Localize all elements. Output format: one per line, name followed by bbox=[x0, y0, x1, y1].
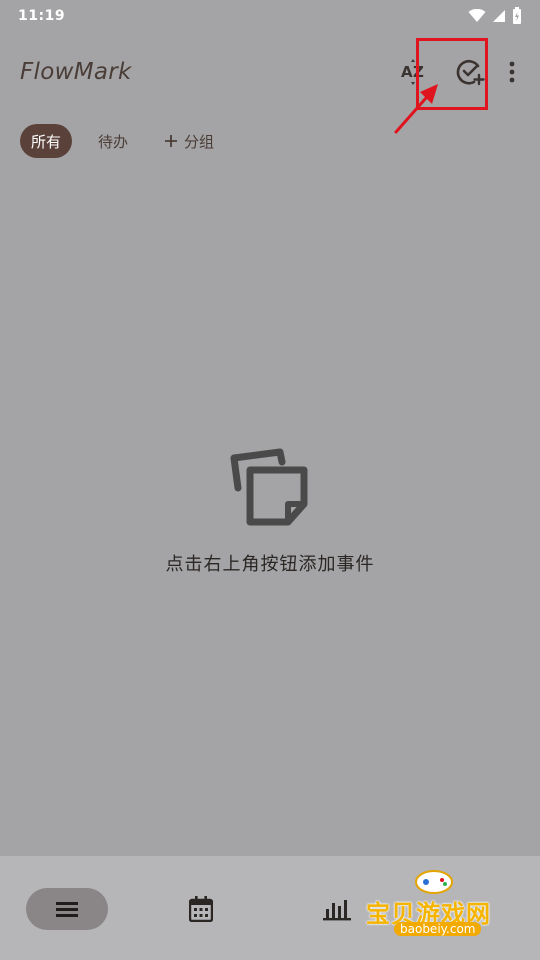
more-button[interactable] bbox=[498, 44, 526, 100]
tab-all[interactable]: 所有 bbox=[20, 124, 73, 158]
watermark-url: baobeiy.com bbox=[394, 922, 482, 936]
empty-state-message: 点击右上角按钮添加事件 bbox=[165, 554, 375, 575]
nav-list[interactable] bbox=[26, 888, 108, 930]
sticky-notes-icon bbox=[230, 448, 308, 526]
status-time: 11:19 bbox=[18, 8, 66, 24]
bar-chart-icon bbox=[323, 900, 351, 921]
status-bar: 11:19 bbox=[0, 0, 540, 32]
svg-text:A: A bbox=[401, 63, 413, 81]
filter-tabs: 所有 待办 分组 bbox=[20, 124, 224, 158]
tab-label: 所有 bbox=[31, 132, 62, 151]
wifi-icon bbox=[468, 9, 486, 22]
annotation-arrow-icon bbox=[394, 84, 438, 134]
plus-icon bbox=[165, 135, 178, 147]
list-icon bbox=[56, 902, 78, 917]
nav-stats[interactable] bbox=[316, 888, 358, 930]
tab-label: 分组 bbox=[184, 132, 215, 151]
tab-add-group[interactable]: 分组 bbox=[154, 124, 224, 158]
signal-icon bbox=[493, 10, 505, 22]
battery-icon bbox=[513, 7, 521, 24]
status-icons bbox=[468, 7, 522, 25]
watermark: 宝贝游戏网 baobeiy.com bbox=[364, 866, 514, 946]
calendar-icon bbox=[189, 896, 213, 922]
nav-calendar[interactable] bbox=[180, 888, 222, 930]
tab-label: 待办 bbox=[98, 132, 129, 151]
gamepad-logo-icon bbox=[415, 870, 453, 894]
app-title: FlowMark bbox=[20, 59, 132, 85]
tab-todo[interactable]: 待办 bbox=[88, 124, 138, 158]
more-vert-icon bbox=[509, 61, 515, 83]
